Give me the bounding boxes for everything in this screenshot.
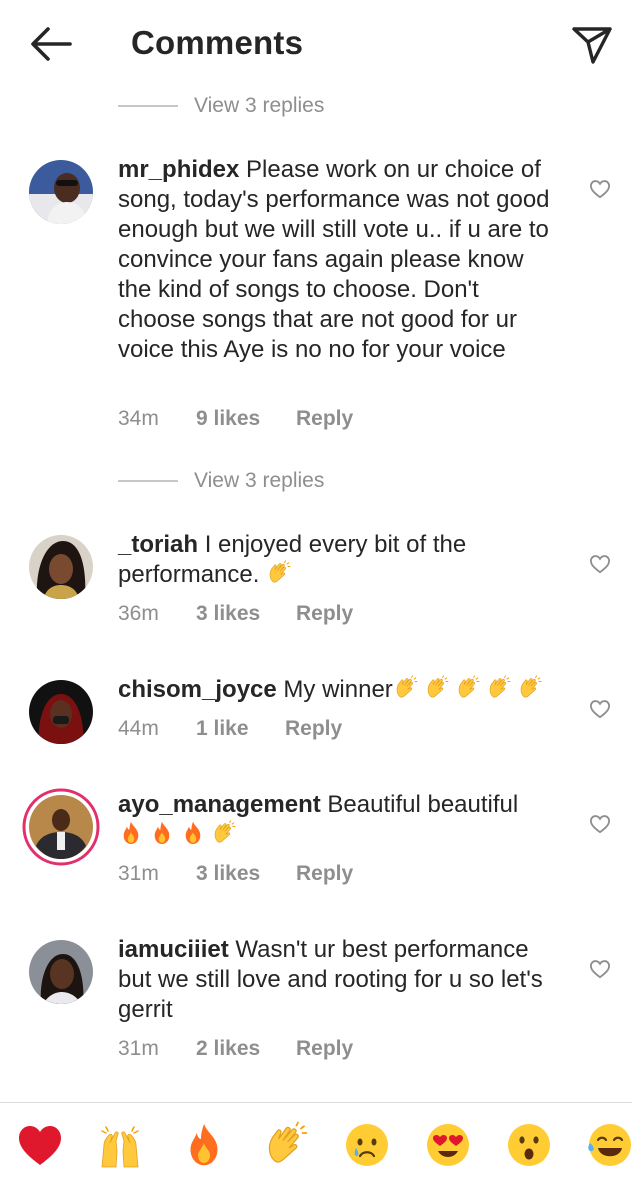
likes-count[interactable]: 3 likes (196, 602, 296, 626)
likes-count[interactable]: 1 like (196, 717, 285, 741)
paper-plane-icon (572, 27, 612, 64)
reply-button[interactable]: Reply (296, 862, 353, 886)
crying-face-icon (346, 1124, 388, 1166)
raising-hands-emoji-button[interactable] (96, 1121, 144, 1169)
view-replies-label: View 3 replies (194, 94, 325, 117)
comment-meta: 44m 1 like Reply (118, 717, 342, 741)
clapping-hands-emoji (211, 820, 237, 846)
replies-divider (118, 105, 178, 107)
comment-body: Beautiful beautiful (327, 791, 519, 818)
timestamp: 36m (118, 602, 159, 625)
like-button[interactable] (589, 814, 611, 834)
share-button[interactable] (570, 24, 614, 66)
timestamp: 34m (118, 407, 159, 430)
heart-outline-icon (589, 555, 611, 574)
fire-emoji (149, 820, 175, 846)
top-bar: Comments (0, 0, 632, 90)
comment-meta: 34m 9 likes Reply (118, 407, 353, 431)
back-button[interactable] (28, 24, 74, 64)
fire-emoji (118, 820, 144, 846)
arrow-left-icon (31, 27, 72, 61)
replies-divider (118, 480, 178, 482)
comment-meta: 31m 3 likes Reply (118, 862, 353, 886)
username[interactable]: _toriah (118, 531, 198, 558)
clapping-hands-emoji (455, 675, 481, 701)
view-replies-link[interactable]: View 3 replies (118, 466, 324, 496)
clapping-hands-emoji (393, 675, 419, 701)
reply-button[interactable]: Reply (296, 602, 353, 626)
clapping-hands-emoji (517, 675, 543, 701)
username[interactable]: chisom_joyce (118, 676, 277, 703)
emoji-quick-bar (0, 1102, 632, 1177)
timestamp: 44m (118, 717, 159, 740)
view-replies-label: View 3 replies (194, 469, 325, 492)
avatar[interactable] (29, 940, 93, 1004)
username[interactable]: iamuciiiet (118, 936, 229, 963)
likes-count[interactable]: 3 likes (196, 862, 296, 886)
likes-count[interactable]: 2 likes (196, 1037, 296, 1061)
comment-text: chisom_joyce My winner (118, 675, 558, 705)
red-heart-icon (19, 1126, 61, 1165)
comment-meta: 36m 3 likes Reply (118, 602, 353, 626)
heart-outline-icon (589, 180, 611, 199)
clapping-hands-icon (262, 1121, 310, 1169)
profile-photo (29, 940, 93, 1004)
avatar[interactable] (29, 160, 93, 224)
avatar[interactable] (29, 680, 93, 744)
crying-face-emoji-button[interactable] (343, 1121, 391, 1169)
clapping-hands-emoji-button[interactable] (262, 1121, 310, 1169)
comment-meta: 31m 2 likes Reply (118, 1037, 353, 1061)
heart-outline-icon (589, 700, 611, 719)
like-button[interactable] (589, 959, 611, 979)
reply-button[interactable]: Reply (296, 407, 353, 431)
reply-button[interactable]: Reply (296, 1037, 353, 1061)
fire-emoji-button[interactable] (180, 1121, 228, 1169)
timestamp: 31m (118, 1037, 159, 1060)
clapping-hands-emoji (424, 675, 450, 701)
heart-outline-icon (589, 960, 611, 979)
like-button[interactable] (589, 554, 611, 574)
red-heart-emoji-button[interactable] (16, 1121, 64, 1169)
fire-icon (180, 1121, 228, 1169)
fire-emoji (180, 820, 206, 846)
heart-eyes-emoji-button[interactable] (424, 1121, 472, 1169)
astonished-face-emoji-button[interactable] (505, 1121, 553, 1169)
tears-of-joy-face-icon (588, 1124, 631, 1166)
comment-body: Please work on ur choice of song, today'… (118, 156, 550, 363)
reply-button[interactable]: Reply (285, 717, 342, 741)
heart-outline-icon (589, 815, 611, 834)
tears-of-joy-emoji-button[interactable] (586, 1121, 632, 1169)
username[interactable]: mr_phidex (118, 156, 239, 183)
page-title: Comments (131, 24, 304, 61)
raising-hands-icon (101, 1126, 139, 1168)
avatar[interactable] (22, 788, 100, 866)
view-replies-link[interactable]: View 3 replies (118, 91, 324, 121)
comment-text: ayo_management Beautiful beautiful (118, 790, 558, 850)
profile-photo (22, 788, 100, 866)
like-button[interactable] (589, 699, 611, 719)
profile-photo (29, 535, 93, 599)
username[interactable]: ayo_management (118, 791, 321, 818)
profile-photo (29, 160, 93, 224)
like-button[interactable] (589, 179, 611, 199)
avatar[interactable] (29, 535, 93, 599)
clapping-hands-emoji (266, 560, 292, 586)
comment-text: mr_phidex Please work on ur choice of so… (118, 155, 558, 365)
likes-count[interactable]: 9 likes (196, 407, 296, 431)
astonished-face-icon (508, 1124, 550, 1166)
comment-body: My winner (283, 676, 393, 703)
clapping-hands-emoji (486, 675, 512, 701)
timestamp: 31m (118, 862, 159, 885)
heart-eyes-face-icon (427, 1124, 469, 1166)
comment-text: iamuciiiet Wasn't ur best performance bu… (118, 935, 558, 1025)
profile-photo (29, 680, 93, 744)
comment-text: _toriah I enjoyed every bit of the perfo… (118, 530, 558, 590)
